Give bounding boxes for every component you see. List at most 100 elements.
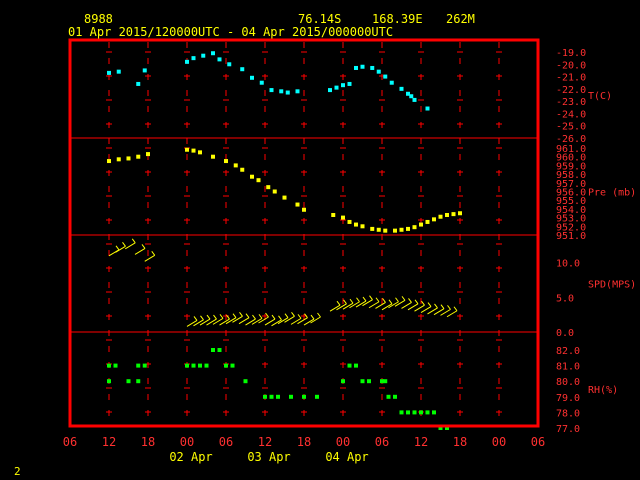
wind-barb-flag [343, 299, 347, 305]
data-point [412, 410, 417, 415]
y-tick-label: 5.0 [556, 293, 574, 304]
wind-barb-flag [245, 313, 250, 318]
y-tick-label: 80.0 [556, 377, 580, 388]
data-point [376, 69, 381, 74]
wind-barb-flag [284, 313, 289, 318]
data-point [107, 363, 111, 368]
x-tick-label: 12 [258, 435, 272, 449]
data-point [367, 379, 371, 384]
x-tick-label: 12 [414, 435, 428, 449]
data-point [370, 226, 375, 231]
data-point [279, 89, 284, 94]
data-point [425, 410, 430, 415]
wind-barb-flag [206, 314, 211, 320]
wind-barb-flag [317, 312, 321, 318]
wind-barb [414, 304, 425, 312]
data-point [266, 185, 271, 190]
data-point [243, 379, 248, 384]
data-point [230, 363, 235, 368]
wind-barb-flag [271, 314, 276, 320]
data-point [201, 53, 206, 58]
panel-name: RH(%) [588, 385, 618, 396]
data-point [425, 219, 430, 224]
plot-frame [68, 38, 540, 428]
data-point [107, 70, 111, 75]
data-point [315, 394, 319, 399]
x-tick-label: 06 [219, 435, 233, 449]
wind-barb-flag [395, 297, 399, 303]
wind-barb [124, 242, 136, 250]
wind-barb [134, 247, 146, 255]
wind-barb-flag [421, 300, 425, 306]
data-point [191, 148, 196, 153]
data-point [360, 224, 365, 229]
data-point [227, 62, 232, 67]
x-date-label: 03 Apr [247, 450, 290, 464]
wind-barb [446, 310, 458, 318]
y-tick-label: 82.0 [556, 346, 580, 357]
data-point [240, 167, 245, 172]
data-point [406, 410, 410, 415]
data-point [295, 89, 300, 94]
wind-barb-flag [349, 298, 354, 304]
wind-barb [238, 317, 250, 325]
data-point [399, 227, 404, 232]
data-point [399, 410, 404, 415]
wind-barb-flag [258, 314, 263, 319]
wind-barb-flag [447, 305, 451, 310]
data-point [282, 195, 287, 200]
data-point [302, 394, 306, 399]
data-point [285, 90, 290, 95]
data-point [347, 81, 352, 86]
data-point [256, 178, 261, 183]
wind-barb-flag [252, 314, 256, 320]
data-point [341, 379, 345, 384]
y-tick-label: -25.0 [556, 122, 586, 133]
y-tick-label: 951.0 [556, 231, 586, 242]
x-tick-label: 18 [297, 435, 311, 449]
wind-barb-flag [453, 306, 458, 312]
data-point [409, 94, 414, 99]
x-tick-label: 18 [453, 435, 467, 449]
data-point [406, 226, 410, 231]
data-point [198, 150, 202, 155]
data-point [211, 348, 215, 352]
data-point [185, 59, 189, 64]
axis-labels: 06 12 18 00 06 12 18 00 06 12 18 00 06 02 Apr 03 Apr 04… [63, 48, 636, 464]
data-point [191, 363, 196, 368]
wind-barb [401, 302, 412, 309]
y-tick-label: -20.0 [556, 60, 586, 71]
data-point [302, 207, 306, 212]
data-point [224, 363, 228, 368]
data-point [142, 68, 147, 73]
y-tick-label: 79.0 [556, 393, 580, 404]
x-tick-label: 00 [180, 435, 194, 449]
data-point [204, 363, 209, 368]
data-point [412, 225, 417, 230]
x-tick-label: 12 [102, 435, 116, 449]
wind-barb-flag [310, 314, 315, 320]
wind-barb-flag [382, 298, 386, 303]
wind-barb-flag [232, 313, 237, 318]
wind-barb-flag [440, 304, 445, 309]
data-point [259, 80, 264, 85]
wind-barb-flag [131, 238, 136, 244]
y-tick-label: 0.0 [556, 328, 574, 339]
wind-barb-flag [200, 315, 204, 321]
wind-barb-flag [213, 314, 217, 320]
data-point [393, 228, 397, 233]
wind-barb-flag [336, 300, 341, 306]
wind-barb-flag [141, 244, 146, 249]
wind-barb [186, 320, 198, 327]
y-tick-label: -21.0 [556, 73, 586, 84]
data-point [393, 394, 397, 399]
wind-barb [290, 317, 302, 325]
data-point [389, 80, 394, 85]
wind-barb-flag [239, 311, 243, 317]
data-point [113, 363, 118, 368]
data-point [116, 157, 121, 162]
data-point [331, 212, 336, 217]
y-tick-label: -24.0 [556, 109, 586, 120]
data-point [347, 363, 352, 368]
data-point [126, 379, 131, 384]
